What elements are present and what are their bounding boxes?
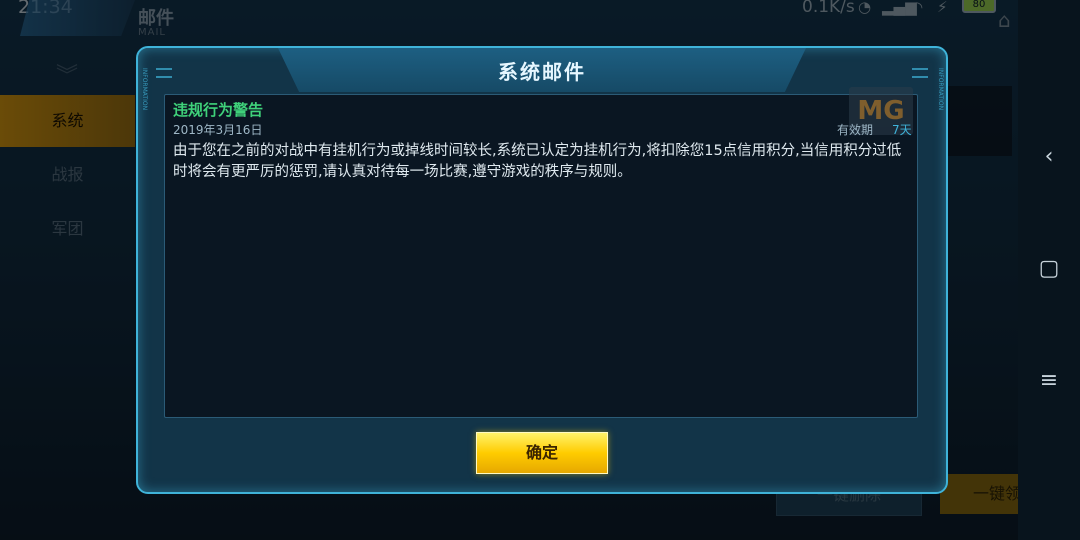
- corner-deco: [156, 68, 172, 78]
- confirm-button[interactable]: 确定: [476, 432, 608, 474]
- menu-icon[interactable]: ≡: [1018, 368, 1080, 393]
- validity-label: 有效期: [837, 123, 874, 137]
- side-label-right: INFORMATION: [937, 68, 944, 111]
- system-mail-dialog: 系统邮件 INFORMATION INFORMATION MG 违规行为警告 2…: [136, 46, 948, 494]
- back-icon[interactable]: ‹: [1018, 144, 1080, 169]
- home-square-icon[interactable]: ▢: [1018, 256, 1080, 281]
- mail-date: 2019年3月16日: [173, 123, 263, 137]
- side-label-left: INFORMATION: [141, 68, 148, 111]
- mail-body: 由于您在之前的对战中有挂机行为或掉线时间较长,系统已认定为挂机行为,将扣除您15…: [173, 143, 902, 180]
- validity-value: 7天: [892, 123, 912, 137]
- mail-content: MG 违规行为警告 2019年3月16日 有效期 7天 由于您在之前的对战中有挂…: [164, 87, 918, 418]
- dialog-title: 系统邮件: [498, 60, 586, 84]
- android-nav-bar: ‹ ▢ ≡: [1018, 0, 1080, 540]
- corner-deco: [912, 68, 928, 78]
- mail-subject: 违规行为警告: [173, 101, 264, 119]
